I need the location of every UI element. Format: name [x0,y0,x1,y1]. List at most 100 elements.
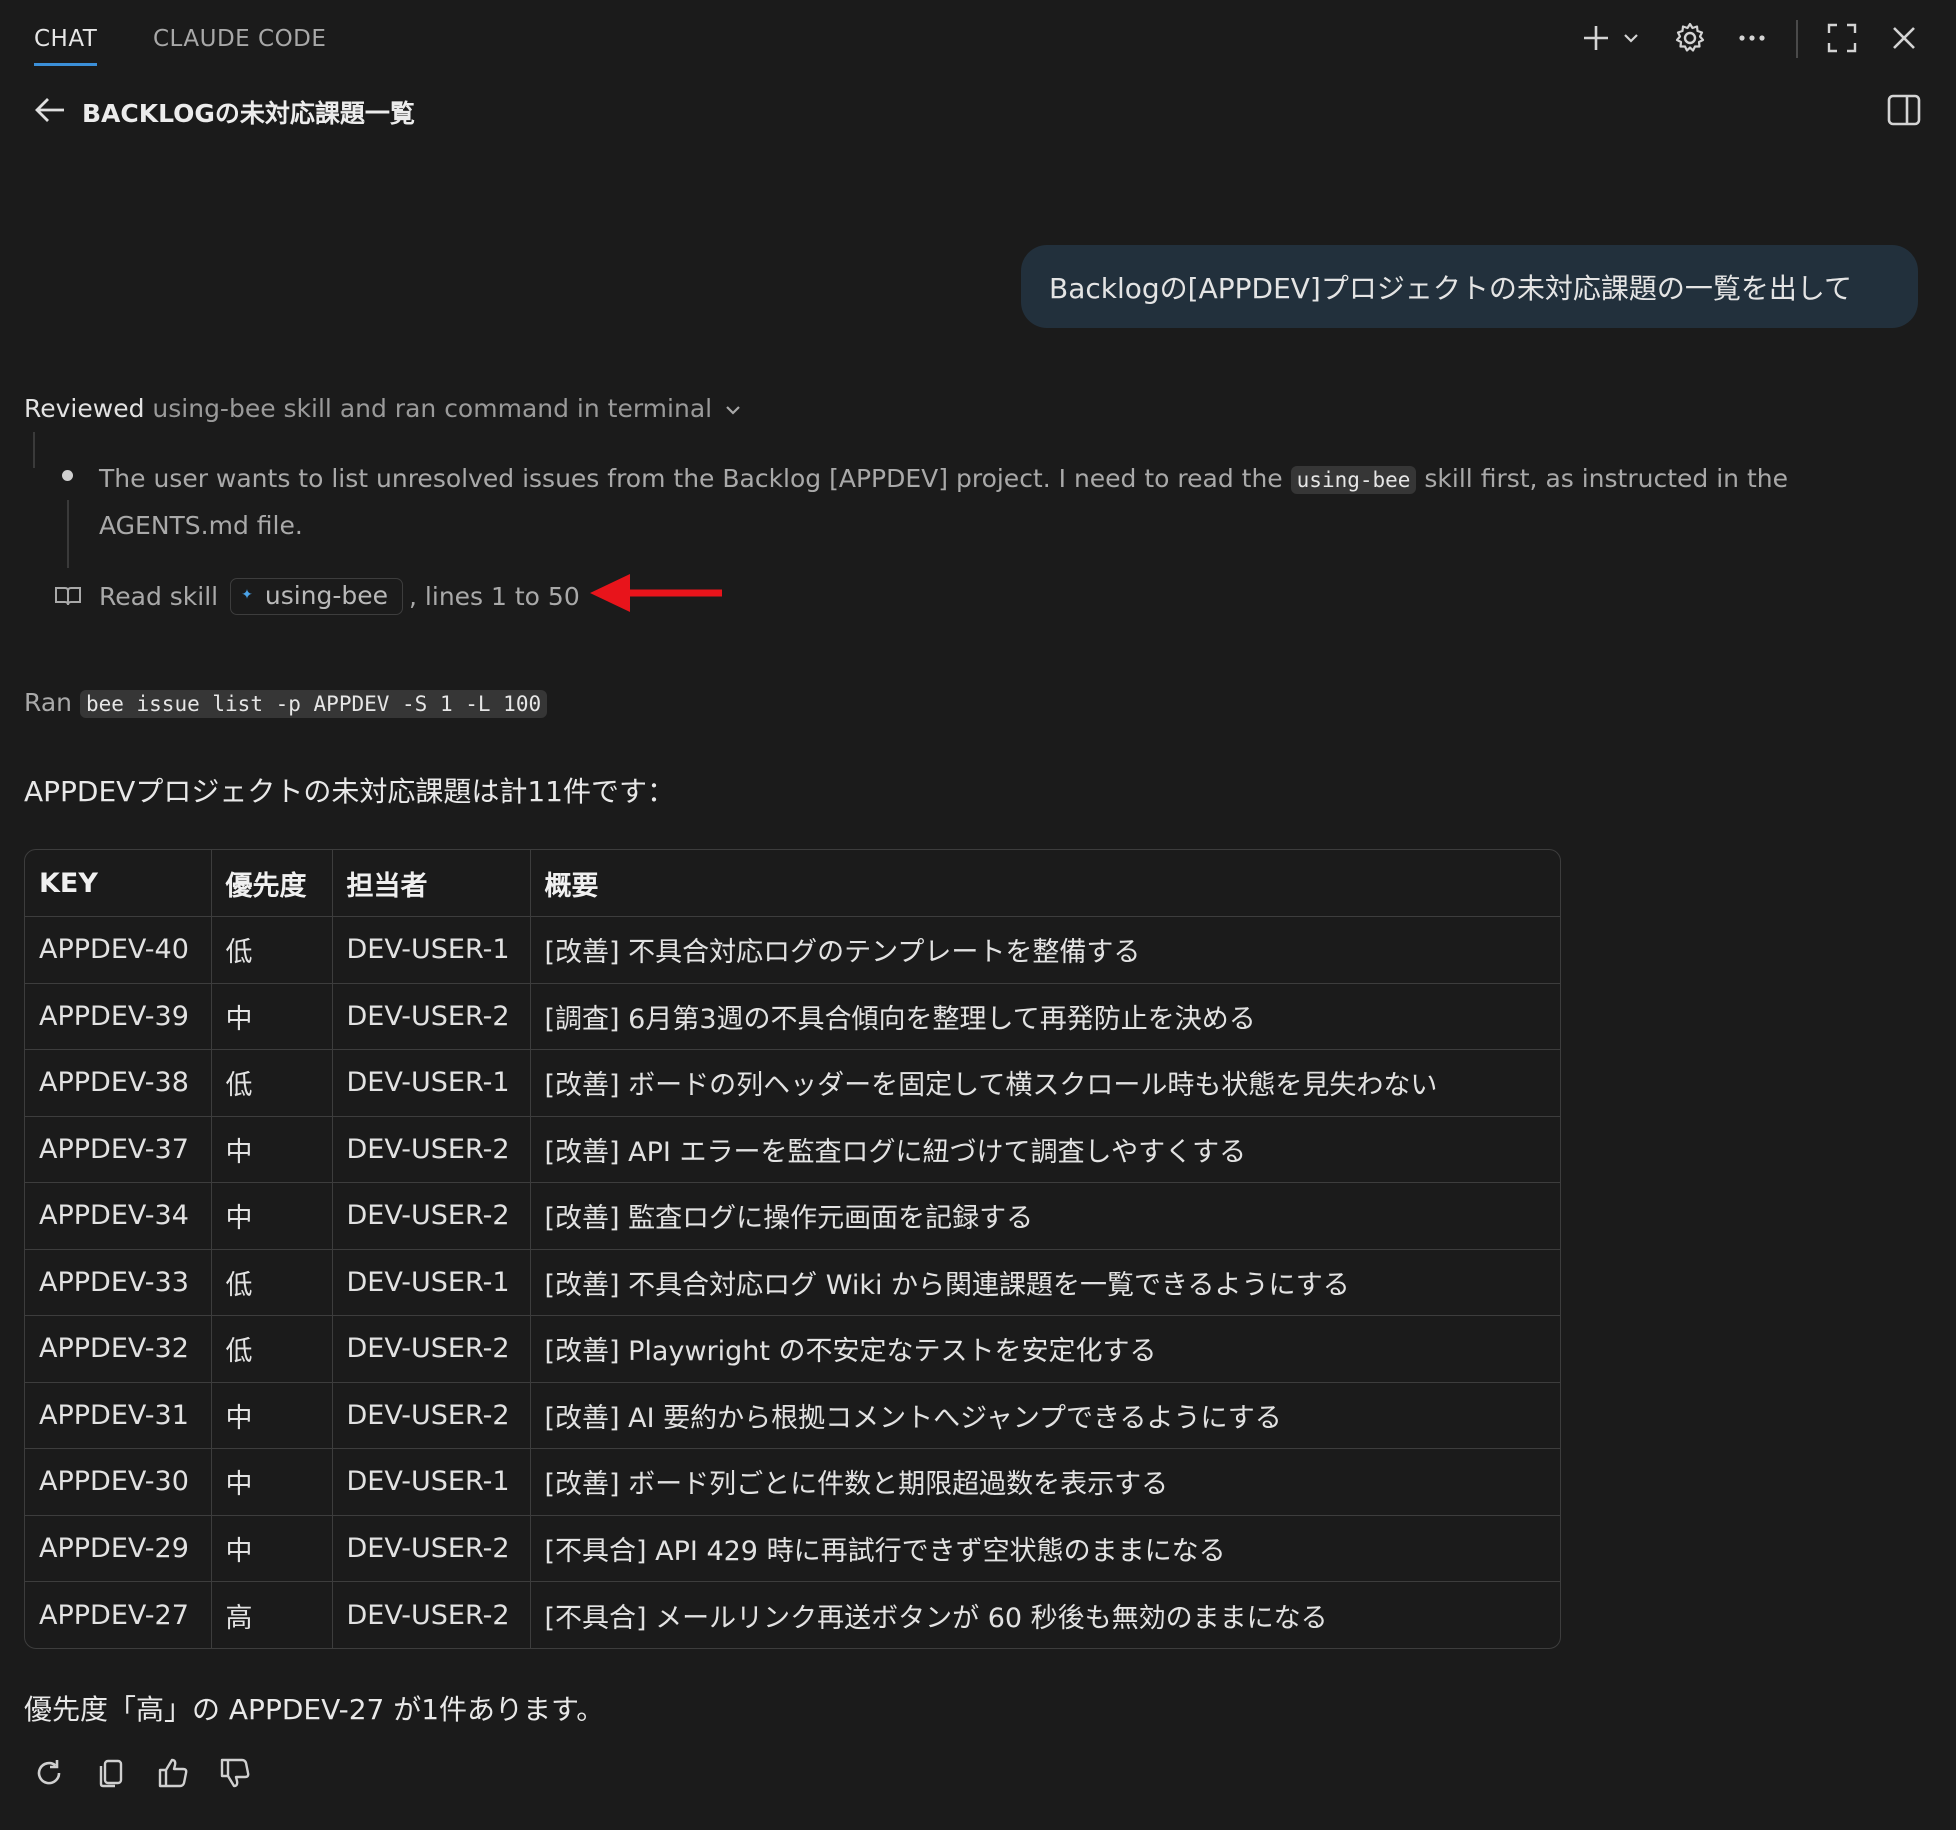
table-row: APPDEV-27 高 DEV-USER-2 [不具合] メールリンク再送ボタンが 6… [25,1581,1560,1648]
retry-icon[interactable] [28,1752,70,1794]
cell-key: APPDEV-27 [25,1581,212,1648]
thought-inline-code: using-bee [1290,466,1417,494]
cell-priority: 中 [211,1448,333,1516]
cell-assignee: DEV-USER-2 [332,1581,531,1648]
chevron-down-icon [726,406,740,415]
cell-summary: [改善] 不具合対応ログ Wiki から関連課題を一覧できるようにする [530,1249,1560,1316]
cell-summary: [改善] 不具合対応ログのテンプレートを整備する [530,916,1560,984]
cell-key: APPDEV-34 [25,1182,212,1250]
pin-icon: ✦ [241,587,253,603]
table-row: APPDEV-38 低 DEV-USER-1 [改善] ボードの列ヘッダーを固定して横… [25,1049,1560,1117]
cell-summary: [改善] 監査ログに操作元画面を記録する [530,1182,1560,1250]
cell-assignee: DEV-USER-2 [332,1382,531,1449]
cell-key: APPDEV-29 [25,1515,212,1582]
thumbs-up-icon[interactable] [152,1752,194,1794]
copy-icon[interactable] [90,1752,132,1794]
table-row: APPDEV-29 中 DEV-USER-2 [不具合] API 429 時に再試行で… [25,1515,1560,1582]
cell-assignee: DEV-USER-2 [332,1182,531,1250]
answer-heading: APPDEVプロジェクトの未対応課題は計11件です： [24,775,675,808]
close-icon[interactable] [1884,18,1924,58]
cell-summary: [改善] ボード列ごとに件数と期限超過数を表示する [530,1448,1560,1516]
table-row: APPDEV-31 中 DEV-USER-2 [改善] AI 要約から根拠コメントへジ… [25,1382,1560,1449]
cell-key: APPDEV-39 [25,983,212,1050]
table-row: APPDEV-37 中 DEV-USER-2 [改善] API エラーを監査ログに紐づ… [25,1116,1560,1183]
more-icon[interactable] [1732,18,1772,58]
cell-key: APPDEV-37 [25,1116,212,1183]
cell-assignee: DEV-USER-2 [332,983,531,1050]
cell-assignee: DEV-USER-1 [332,1249,531,1316]
plus-icon[interactable] [1576,18,1616,58]
red-arrow-annotation-icon [590,574,722,612]
table-row: APPDEV-30 中 DEV-USER-1 [改善] ボード列ごとに件数と期限超過数… [25,1448,1560,1516]
tab-chat[interactable]: CHAT [34,26,98,66]
tree-line [33,432,35,468]
reviewed-label: Reviewed [24,394,145,423]
skill-chip[interactable]: ✦ using-bee [230,577,404,615]
column-header-assignee: 担当者 [332,850,531,917]
read-skill-step: Read skill ✦ using-bee , lines 1 to 50 [53,574,580,618]
table-row: APPDEV-40 低 DEV-USER-1 [改善] 不具合対応ログのテンプレートを… [25,916,1560,984]
column-header-priority: 優先度 [211,850,333,917]
answer-footer: 優先度「高」の APPDEV-27 が1件あります。 [24,1693,605,1726]
cell-assignee: DEV-USER-1 [332,916,531,984]
cell-assignee: DEV-USER-1 [332,1049,531,1117]
cell-assignee: DEV-USER-2 [332,1315,531,1383]
cell-priority: 中 [211,1116,333,1183]
cell-summary: [改善] API エラーを監査ログに紐づけて調査しやすくする [530,1116,1560,1183]
tree-line [67,500,69,568]
toolbar-divider [1796,20,1798,58]
table-row: APPDEV-39 中 DEV-USER-2 [調査] 6月第3週の不具合傾向を整理し… [25,983,1560,1050]
cell-priority: 中 [211,1182,333,1250]
issues-table: KEY 優先度 担当者 概要 APPDEV-40 低 DEV-USER-1 [改善] … [24,849,1561,1649]
cell-assignee: DEV-USER-2 [332,1515,531,1582]
read-skill-suffix: , lines 1 to 50 [409,581,580,611]
activity-summary-toggle[interactable]: Reviewed using-bee skill and ran command… [24,394,742,423]
conversation-title: BACKLOGの未対応課題一覧 [82,99,415,128]
cell-summary: [改善] AI 要約から根拠コメントへジャンプできるようにする [530,1382,1560,1449]
cell-priority: 低 [211,1049,333,1117]
fullscreen-icon[interactable] [1822,18,1862,58]
cell-key: APPDEV-40 [25,916,212,984]
table-header-row: KEY 優先度 担当者 概要 [25,850,1560,917]
cell-assignee: DEV-USER-1 [332,1448,531,1516]
cell-summary: [改善] ボードの列ヘッダーを固定して横スクロール時も状態を見失わない [530,1049,1560,1117]
table-row: APPDEV-34 中 DEV-USER-2 [改善] 監査ログに操作元画面を記録する [25,1182,1560,1250]
cell-priority: 中 [211,1382,333,1449]
cell-assignee: DEV-USER-2 [332,1116,531,1183]
cell-priority: 中 [211,983,333,1050]
cell-priority: 中 [211,1515,333,1582]
gear-icon[interactable] [1670,18,1710,58]
skill-chip-label: using-bee [264,580,389,610]
cell-priority: 低 [211,1249,333,1316]
table-row: APPDEV-32 低 DEV-USER-2 [改善] Playwright の不安定… [25,1315,1560,1383]
column-header-summary: 概要 [530,850,1560,917]
thought-bullet [62,470,73,481]
ran-label: Ran [24,688,72,717]
cell-key: APPDEV-32 [25,1315,212,1383]
message-actions [28,1752,256,1794]
cell-key: APPDEV-33 [25,1249,212,1316]
cell-summary: [不具合] メールリンク再送ボタンが 60 秒後も無効のままになる [544,1602,1328,1634]
cell-priority: 低 [211,1315,333,1383]
cell-summary: [調査] 6月第3週の不具合傾向を整理して再発防止を決める [530,983,1560,1050]
tab-claude-code[interactable]: CLAUDE CODE [153,26,326,52]
table-row: APPDEV-33 低 DEV-USER-1 [改善] 不具合対応ログ Wiki から… [25,1249,1560,1316]
column-header-key: KEY [25,850,212,917]
book-icon [53,581,83,611]
ran-command-step: Ran bee issue list -p APPDEV -S 1 -L 100 [24,688,548,718]
back-arrow-icon[interactable] [30,90,70,130]
cell-key: APPDEV-38 [25,1049,212,1117]
user-message: Backlogの[APPDEV]プロジェクトの未対応課題の一覧を出して [1021,245,1918,328]
read-skill-prefix: Read skill [99,581,219,611]
conversation-header: BACKLOGの未対応課題一覧 [0,80,1956,140]
cell-priority: 高 [211,1581,333,1648]
cell-key: APPDEV-30 [25,1448,212,1516]
thought-text-before: The user wants to list unresolved issues… [99,464,1283,493]
reviewed-detail: using-bee skill and ran command in termi… [152,394,713,423]
chevron-down-icon[interactable] [1616,18,1646,58]
ran-command-code: bee issue list -p APPDEV -S 1 -L 100 [79,690,548,718]
cell-key: APPDEV-31 [25,1382,212,1449]
cell-summary: [不具合] API 429 時に再試行できず空状態のままになる [530,1515,1560,1582]
thumbs-down-icon[interactable] [214,1752,256,1794]
split-panel-icon[interactable] [1882,88,1926,132]
